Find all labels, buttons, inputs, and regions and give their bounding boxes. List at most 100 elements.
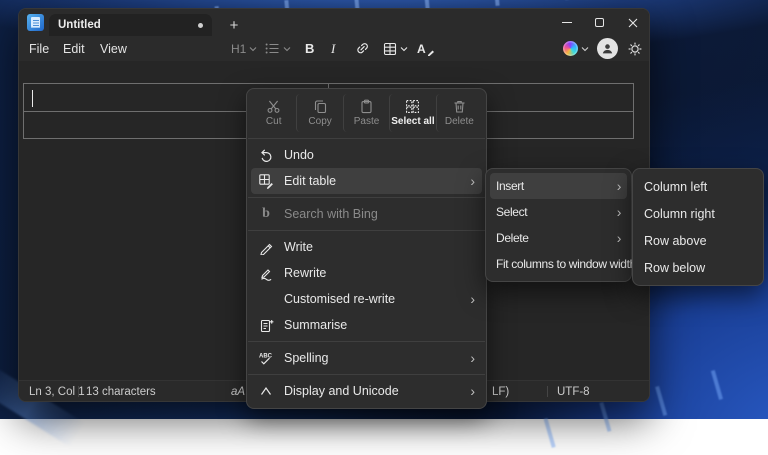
link-button[interactable]: [354, 38, 371, 59]
submenu-item-label: Row above: [644, 234, 707, 248]
account-button[interactable]: [597, 38, 618, 59]
menu-item-rewrite[interactable]: Rewrite: [251, 260, 482, 286]
copilot-icon: [563, 41, 578, 56]
select-all-button[interactable]: Select all: [389, 94, 435, 132]
close-button[interactable]: [616, 9, 649, 36]
list-style-button[interactable]: [265, 38, 291, 59]
heading-label: H1: [231, 42, 246, 56]
menu-item-label: Display and Unicode: [284, 384, 399, 398]
menu-item-label: Rewrite: [284, 266, 326, 280]
menu-item-label: Undo: [284, 148, 314, 162]
caption-buttons: [550, 9, 649, 36]
italic-button[interactable]: I: [331, 38, 335, 59]
delete-button[interactable]: Delete: [436, 94, 482, 132]
insert-submenu: Column left Column right Row above Row b…: [632, 168, 764, 286]
edit-table-submenu: Insert › Select › Delete › Fit columns t…: [485, 168, 632, 282]
menu-item-label: Search with Bing: [284, 207, 378, 221]
cut-button[interactable]: Cut: [251, 94, 296, 132]
tab-title: Untitled: [58, 19, 101, 31]
maximize-button[interactable]: [583, 9, 616, 36]
copy-label: Copy: [308, 116, 331, 127]
pen-icon: [259, 240, 274, 255]
submenu-item-label: Row below: [644, 261, 705, 275]
menu-item-summarise[interactable]: Summarise: [251, 312, 482, 338]
submenu-item-column-right[interactable]: Column right: [637, 200, 759, 227]
submenu-item-row-above[interactable]: Row above: [637, 227, 759, 254]
copilot-button[interactable]: [563, 38, 589, 59]
chevron-down-icon: [249, 46, 257, 52]
account-icon: [597, 38, 618, 59]
summarise-icon: [259, 318, 274, 333]
minimize-icon: [562, 22, 572, 23]
submenu-item-label: Column left: [644, 180, 707, 194]
context-menu-icon-row: Cut Copy Paste Select all Delete: [247, 93, 486, 135]
small-pencil-icon: [427, 48, 435, 56]
submenu-chevron-icon: ›: [462, 174, 475, 188]
menu-item-label: Customised re-write: [284, 292, 395, 306]
menu-item-undo[interactable]: Undo: [251, 142, 482, 168]
letter-a-label: A: [417, 42, 426, 56]
list-icon: [265, 42, 280, 55]
submenu-item-insert[interactable]: Insert ›: [490, 173, 627, 199]
menu-item-write[interactable]: Write: [251, 234, 482, 260]
undo-icon: [259, 148, 274, 163]
paste-button[interactable]: Paste: [343, 94, 389, 132]
chevron-down-icon: [283, 46, 291, 52]
minimize-button[interactable]: [550, 9, 583, 36]
status-separator: [78, 386, 79, 397]
new-tab-button[interactable]: +: [222, 14, 246, 36]
copy-button[interactable]: Copy: [296, 94, 342, 132]
submenu-chevron-icon: ›: [609, 179, 621, 193]
menu-separator: [248, 138, 485, 139]
table-button[interactable]: [383, 38, 408, 59]
submenu-item-label: Fit columns to window width: [496, 257, 636, 271]
text-cursor: [32, 90, 33, 107]
svg-text:ABC: ABC: [259, 353, 273, 359]
copy-icon: [313, 99, 328, 114]
cut-label: Cut: [266, 116, 282, 127]
menu-separator: [248, 197, 485, 198]
menu-item-label: Edit table: [284, 174, 336, 188]
delete-label: Delete: [445, 116, 474, 127]
link-icon: [354, 41, 371, 56]
heading-style-button[interactable]: H1: [231, 38, 257, 59]
submenu-item-label: Column right: [644, 207, 715, 221]
italic-label: I: [331, 41, 335, 57]
close-icon: [628, 18, 638, 28]
submenu-item-delete[interactable]: Delete ›: [490, 225, 627, 251]
caret-icon: [259, 385, 273, 397]
menu-item-search-with-bing[interactable]: b Search with Bing: [251, 201, 482, 227]
submenu-item-fit-columns[interactable]: Fit columns to window width: [490, 251, 627, 277]
submenu-item-label: Delete: [496, 231, 529, 245]
menu-view[interactable]: View: [94, 36, 133, 61]
submenu-item-label: Insert: [496, 179, 524, 193]
letter-a-pencil-button[interactable]: A: [417, 38, 435, 59]
submenu-chevron-icon: ›: [462, 384, 475, 398]
submenu-chevron-icon: ›: [462, 292, 475, 306]
bold-button[interactable]: B: [305, 38, 314, 59]
menu-file[interactable]: File: [23, 36, 55, 61]
settings-button[interactable]: [627, 38, 643, 59]
tab-untitled[interactable]: Untitled: [49, 14, 212, 36]
menu-item-edit-table[interactable]: Edit table ›: [251, 168, 482, 194]
context-menu: Cut Copy Paste Select all Delete Undo Ed…: [246, 88, 487, 409]
gear-icon: [627, 41, 643, 57]
submenu-item-column-left[interactable]: Column left: [637, 173, 759, 200]
status-separator: [547, 386, 548, 397]
submenu-item-select[interactable]: Select ›: [490, 199, 627, 225]
menu-item-customised-rewrite[interactable]: Customised re-write ›: [251, 286, 482, 312]
menu-item-spelling[interactable]: ABC Spelling ›: [251, 345, 482, 371]
submenu-item-row-below[interactable]: Row below: [637, 254, 759, 281]
menu-item-label: Summarise: [284, 318, 347, 332]
menu-item-display-and-unicode[interactable]: Display and Unicode ›: [251, 378, 482, 404]
chevron-down-icon: [581, 46, 589, 52]
encoding[interactable]: UTF-8: [557, 384, 590, 399]
table-icon: [383, 42, 397, 56]
submenu-chevron-icon: ›: [462, 351, 475, 365]
menu-edit[interactable]: Edit: [57, 36, 91, 61]
font-size-glyph: aA: [231, 384, 245, 399]
bold-label: B: [305, 41, 314, 56]
submenu-item-label: Select: [496, 205, 527, 219]
titlebar: Untitled +: [19, 9, 649, 36]
menu-item-label: Spelling: [284, 351, 328, 365]
